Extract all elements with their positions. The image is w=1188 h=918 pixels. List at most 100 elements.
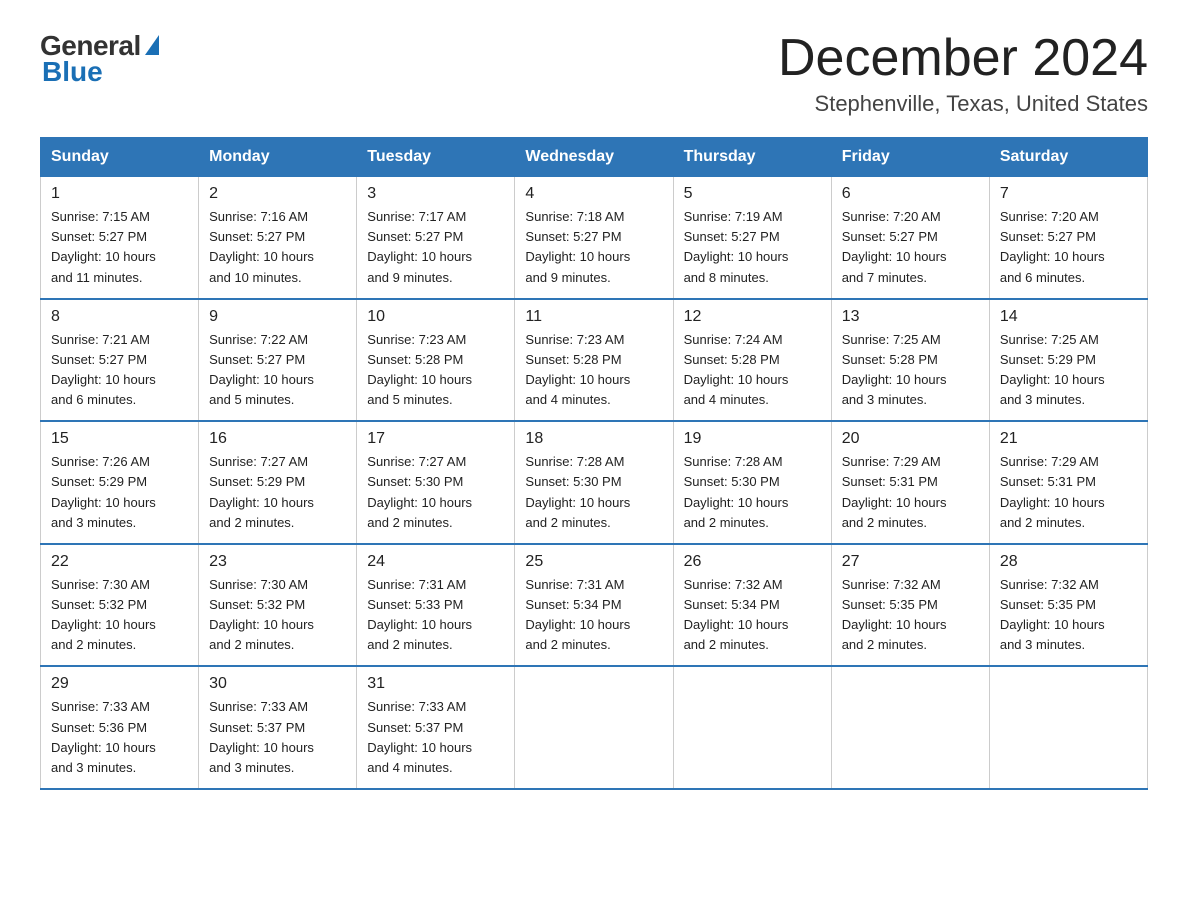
day-cell: 10Sunrise: 7:23 AM Sunset: 5:28 PM Dayli…: [357, 299, 515, 422]
day-cell: 26Sunrise: 7:32 AM Sunset: 5:34 PM Dayli…: [673, 544, 831, 667]
day-number: 21: [1000, 430, 1137, 448]
day-number: 18: [525, 430, 662, 448]
day-info: Sunrise: 7:30 AM Sunset: 5:32 PM Dayligh…: [209, 575, 346, 656]
day-cell: 28Sunrise: 7:32 AM Sunset: 5:35 PM Dayli…: [989, 544, 1147, 667]
day-info: Sunrise: 7:26 AM Sunset: 5:29 PM Dayligh…: [51, 452, 188, 533]
title-block: December 2024 Stephenville, Texas, Unite…: [778, 30, 1148, 117]
logo-triangle-icon: [145, 35, 159, 55]
day-number: 30: [209, 675, 346, 693]
week-row-1: 1 Sunrise: 7:15 AM Sunset: 5:27 PM Daylig…: [41, 177, 1148, 299]
week-row-5: 29 Sunrise: 7:33 AM Sunset: 5:36 PM Dayli…: [41, 666, 1148, 789]
day-cell: 11Sunrise: 7:23 AM Sunset: 5:28 PM Dayli…: [515, 299, 673, 422]
day-number: 9: [209, 308, 346, 326]
day-number: 15: [51, 430, 188, 448]
day-number: 31: [367, 675, 504, 693]
day-info: Sunrise: 7:28 AM Sunset: 5:30 PM Dayligh…: [684, 452, 821, 533]
day-info: Sunrise: 7:32 AM Sunset: 5:34 PM Dayligh…: [684, 575, 821, 656]
day-number: 1: [51, 185, 188, 203]
day-cell: [831, 666, 989, 789]
header-cell-monday: Monday: [199, 138, 357, 177]
week-row-3: 15 Sunrise: 7:26 AM Sunset: 5:29 PM Dayli…: [41, 421, 1148, 544]
day-number: 27: [842, 553, 979, 571]
day-number: 25: [525, 553, 662, 571]
header-cell-saturday: Saturday: [989, 138, 1147, 177]
calendar-header: SundayMondayTuesdayWednesdayThursdayFrid…: [41, 138, 1148, 177]
header-cell-tuesday: Tuesday: [357, 138, 515, 177]
day-number: 6: [842, 185, 979, 203]
day-info: Sunrise: 7:30 AM Sunset: 5:32 PM Dayligh…: [51, 575, 188, 656]
day-info: Sunrise: 7:17 AM Sunset: 5:27 PM Dayligh…: [367, 207, 504, 288]
day-info: Sunrise: 7:23 AM Sunset: 5:28 PM Dayligh…: [525, 330, 662, 411]
day-info: Sunrise: 7:31 AM Sunset: 5:33 PM Dayligh…: [367, 575, 504, 656]
day-cell: 1 Sunrise: 7:15 AM Sunset: 5:27 PM Daylig…: [41, 177, 199, 299]
day-info: Sunrise: 7:20 AM Sunset: 5:27 PM Dayligh…: [842, 207, 979, 288]
day-number: 5: [684, 185, 821, 203]
day-cell: 24 Sunrise: 7:31 AM Sunset: 5:33 PM Dayli…: [357, 544, 515, 667]
day-cell: 30 Sunrise: 7:33 AM Sunset: 5:37 PM Dayli…: [199, 666, 357, 789]
day-info: Sunrise: 7:33 AM Sunset: 5:37 PM Dayligh…: [367, 697, 504, 778]
day-info: Sunrise: 7:33 AM Sunset: 5:37 PM Dayligh…: [209, 697, 346, 778]
day-cell: 7 Sunrise: 7:20 AM Sunset: 5:27 PM Daylig…: [989, 177, 1147, 299]
day-info: Sunrise: 7:25 AM Sunset: 5:29 PM Dayligh…: [1000, 330, 1137, 411]
logo-blue-text: Blue: [42, 56, 103, 88]
day-number: 2: [209, 185, 346, 203]
day-cell: 19 Sunrise: 7:28 AM Sunset: 5:30 PM Dayli…: [673, 421, 831, 544]
day-cell: 4 Sunrise: 7:18 AM Sunset: 5:27 PM Daylig…: [515, 177, 673, 299]
day-number: 19: [684, 430, 821, 448]
day-info: Sunrise: 7:19 AM Sunset: 5:27 PM Dayligh…: [684, 207, 821, 288]
day-number: 10: [367, 308, 504, 326]
week-row-4: 22 Sunrise: 7:30 AM Sunset: 5:32 PM Dayli…: [41, 544, 1148, 667]
location-subtitle: Stephenville, Texas, United States: [778, 91, 1148, 117]
day-info: Sunrise: 7:18 AM Sunset: 5:27 PM Dayligh…: [525, 207, 662, 288]
day-cell: 12 Sunrise: 7:24 AM Sunset: 5:28 PM Dayli…: [673, 299, 831, 422]
day-number: 13: [842, 308, 979, 326]
day-info: Sunrise: 7:33 AM Sunset: 5:36 PM Dayligh…: [51, 697, 188, 778]
day-cell: 15 Sunrise: 7:26 AM Sunset: 5:29 PM Dayli…: [41, 421, 199, 544]
day-cell: 29 Sunrise: 7:33 AM Sunset: 5:36 PM Dayli…: [41, 666, 199, 789]
header-cell-friday: Friday: [831, 138, 989, 177]
header-cell-sunday: Sunday: [41, 138, 199, 177]
day-info: Sunrise: 7:24 AM Sunset: 5:28 PM Dayligh…: [684, 330, 821, 411]
day-cell: 6 Sunrise: 7:20 AM Sunset: 5:27 PM Daylig…: [831, 177, 989, 299]
day-number: 14: [1000, 308, 1137, 326]
day-number: 12: [684, 308, 821, 326]
day-cell: 5 Sunrise: 7:19 AM Sunset: 5:27 PM Daylig…: [673, 177, 831, 299]
day-info: Sunrise: 7:16 AM Sunset: 5:27 PM Dayligh…: [209, 207, 346, 288]
day-cell: 31 Sunrise: 7:33 AM Sunset: 5:37 PM Dayli…: [357, 666, 515, 789]
header-cell-thursday: Thursday: [673, 138, 831, 177]
day-info: Sunrise: 7:32 AM Sunset: 5:35 PM Dayligh…: [1000, 575, 1137, 656]
day-cell: 27 Sunrise: 7:32 AM Sunset: 5:35 PM Dayli…: [831, 544, 989, 667]
day-number: 4: [525, 185, 662, 203]
day-info: Sunrise: 7:29 AM Sunset: 5:31 PM Dayligh…: [842, 452, 979, 533]
day-info: Sunrise: 7:21 AM Sunset: 5:27 PM Dayligh…: [51, 330, 188, 411]
day-number: 7: [1000, 185, 1137, 203]
day-info: Sunrise: 7:20 AM Sunset: 5:27 PM Dayligh…: [1000, 207, 1137, 288]
header-cell-wednesday: Wednesday: [515, 138, 673, 177]
page-header: General Blue December 2024 Stephenville,…: [40, 30, 1148, 117]
day-info: Sunrise: 7:31 AM Sunset: 5:34 PM Dayligh…: [525, 575, 662, 656]
month-title: December 2024: [778, 30, 1148, 87]
day-info: Sunrise: 7:22 AM Sunset: 5:27 PM Dayligh…: [209, 330, 346, 411]
day-info: Sunrise: 7:15 AM Sunset: 5:27 PM Dayligh…: [51, 207, 188, 288]
day-cell: 25 Sunrise: 7:31 AM Sunset: 5:34 PM Dayli…: [515, 544, 673, 667]
day-number: 23: [209, 553, 346, 571]
day-cell: 16Sunrise: 7:27 AM Sunset: 5:29 PM Dayli…: [199, 421, 357, 544]
day-info: Sunrise: 7:27 AM Sunset: 5:29 PM Dayligh…: [209, 452, 346, 533]
calendar-body: 1 Sunrise: 7:15 AM Sunset: 5:27 PM Daylig…: [41, 177, 1148, 789]
day-number: 22: [51, 553, 188, 571]
day-number: 20: [842, 430, 979, 448]
day-cell: 20 Sunrise: 7:29 AM Sunset: 5:31 PM Dayli…: [831, 421, 989, 544]
day-number: 24: [367, 553, 504, 571]
calendar-table: SundayMondayTuesdayWednesdayThursdayFrid…: [40, 137, 1148, 790]
day-cell: 14 Sunrise: 7:25 AM Sunset: 5:29 PM Dayli…: [989, 299, 1147, 422]
header-row: SundayMondayTuesdayWednesdayThursdayFrid…: [41, 138, 1148, 177]
day-cell: 18Sunrise: 7:28 AM Sunset: 5:30 PM Dayli…: [515, 421, 673, 544]
day-info: Sunrise: 7:27 AM Sunset: 5:30 PM Dayligh…: [367, 452, 504, 533]
day-info: Sunrise: 7:32 AM Sunset: 5:35 PM Dayligh…: [842, 575, 979, 656]
day-cell: 17Sunrise: 7:27 AM Sunset: 5:30 PM Dayli…: [357, 421, 515, 544]
day-number: 29: [51, 675, 188, 693]
day-number: 8: [51, 308, 188, 326]
week-row-2: 8 Sunrise: 7:21 AM Sunset: 5:27 PM Daylig…: [41, 299, 1148, 422]
day-cell: 9 Sunrise: 7:22 AM Sunset: 5:27 PM Daylig…: [199, 299, 357, 422]
day-info: Sunrise: 7:29 AM Sunset: 5:31 PM Dayligh…: [1000, 452, 1137, 533]
